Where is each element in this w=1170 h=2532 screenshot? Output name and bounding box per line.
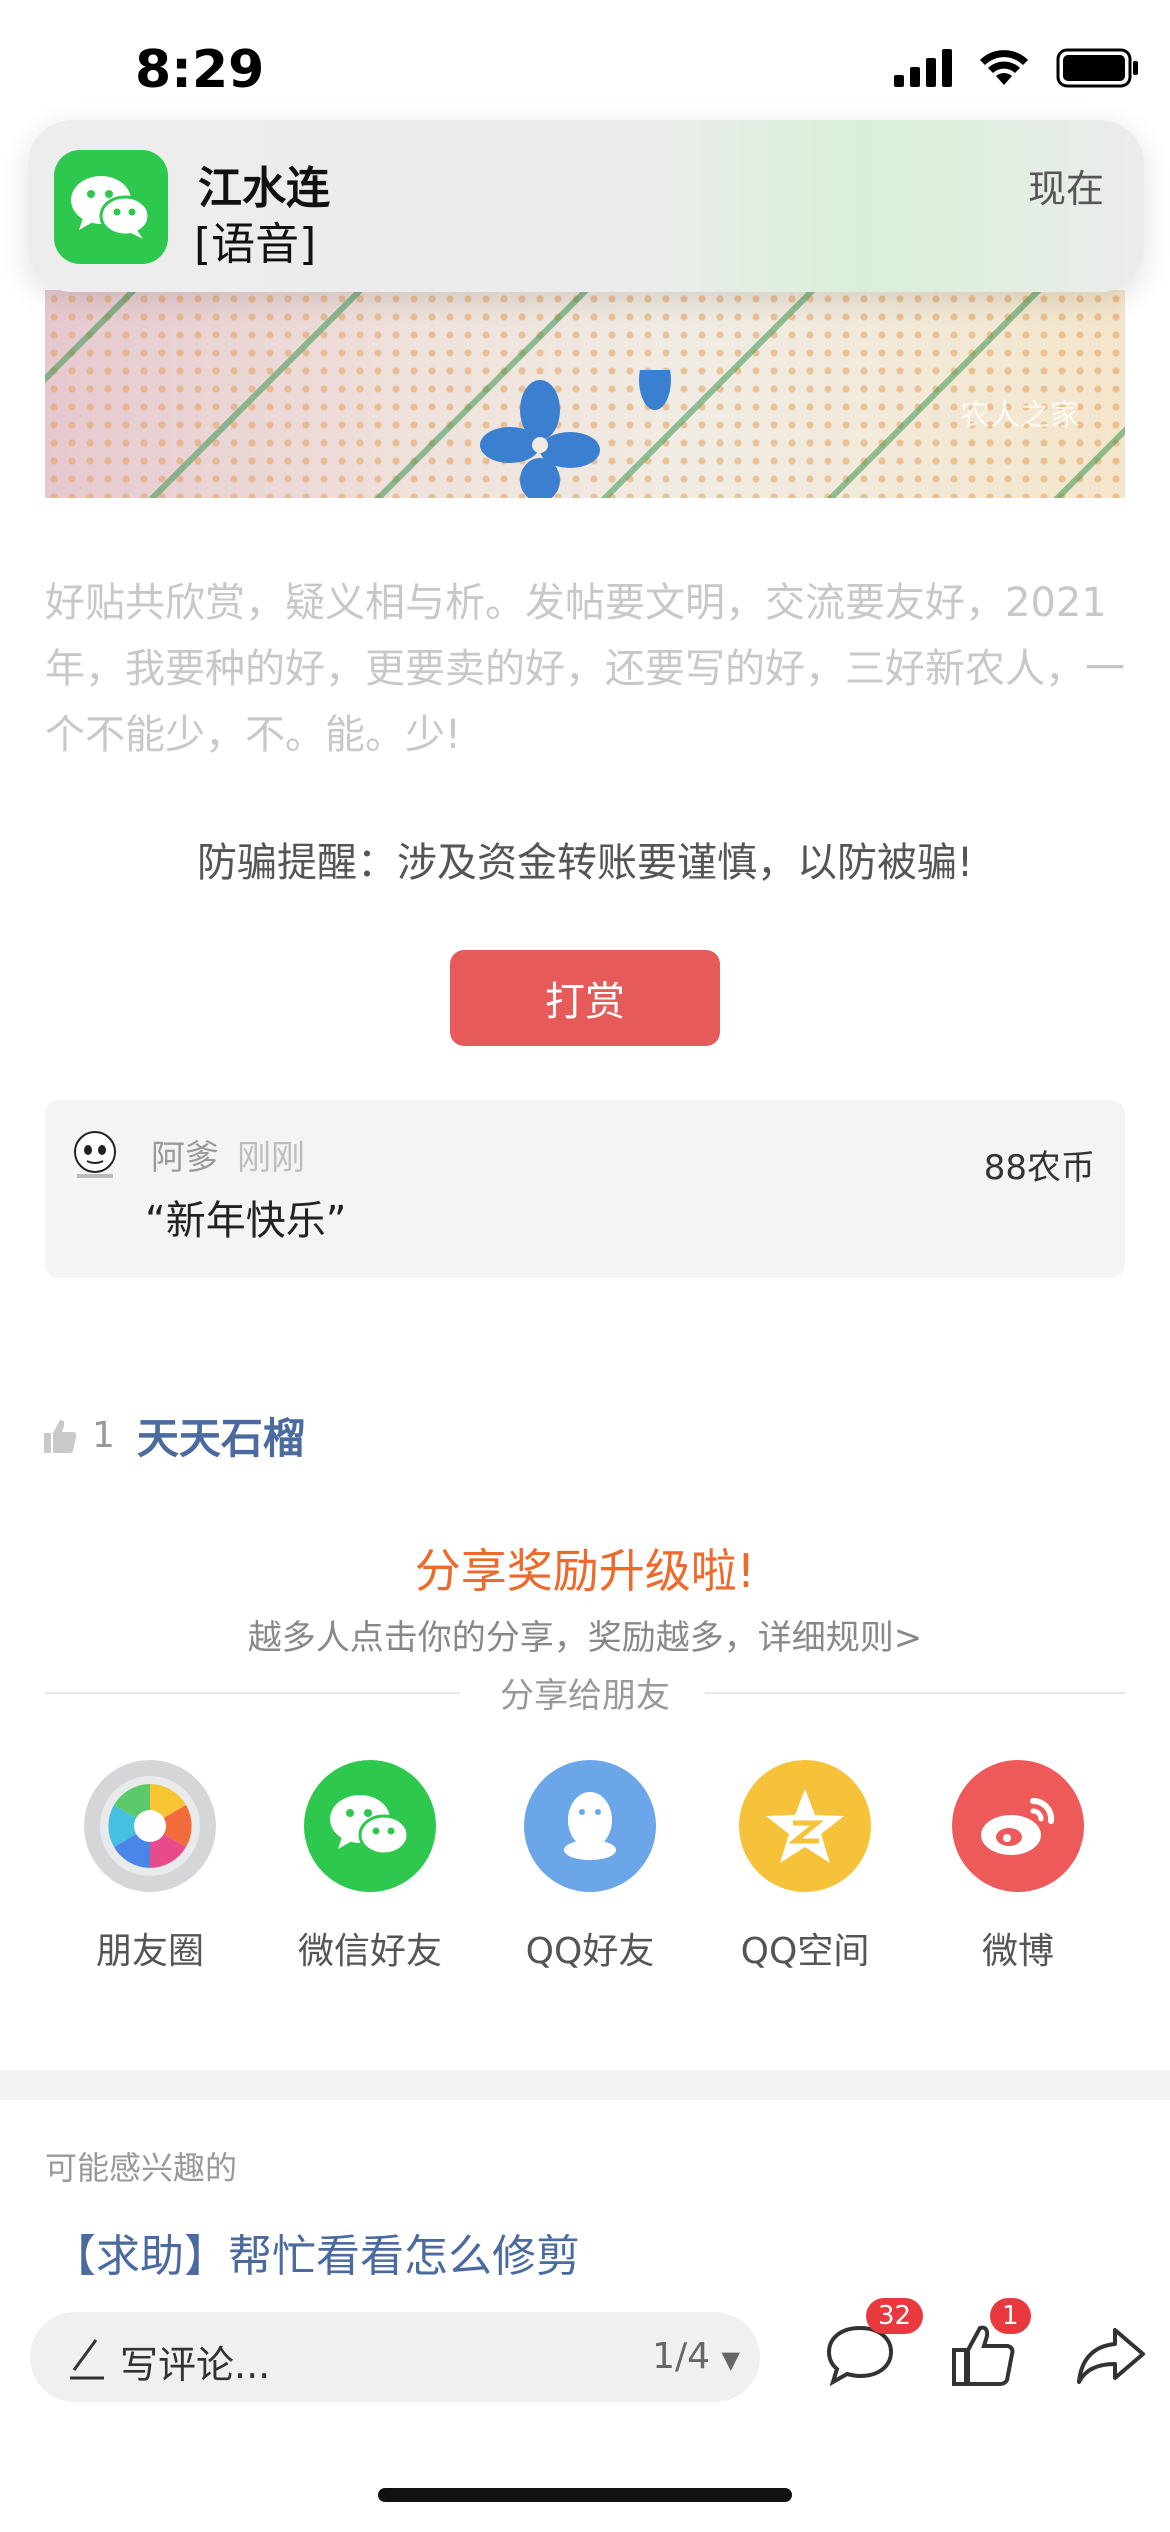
qq-icon — [524, 1760, 656, 1892]
share-wechat-button[interactable]: 微信好友 — [270, 1760, 470, 1974]
section-separator — [0, 2070, 1170, 2100]
share-moments-button[interactable]: 朋友圈 — [50, 1760, 250, 1974]
wechat-icon — [304, 1760, 436, 1892]
caret-down-icon: ▼ — [721, 2346, 740, 2374]
share-qzone-button[interactable]: QQ空间 — [705, 1760, 905, 1974]
like-count: 1 — [92, 1415, 115, 1456]
avatar[interactable] — [67, 1128, 123, 1184]
qzone-icon — [739, 1760, 871, 1892]
share-label: 微博 — [981, 1931, 1054, 1972]
share-rules-link[interactable]: 越多人点击你的分享，奖励越多，详细规则> — [0, 1610, 1170, 1659]
share-label: 朋友圈 — [95, 1931, 204, 1972]
comment-count-badge: 32 — [866, 2298, 924, 2334]
wifi-icon — [980, 50, 1028, 85]
moments-icon — [84, 1760, 216, 1892]
likes-row: 1 天天石榴 — [40, 1405, 305, 1466]
liker-name[interactable]: 天天石榴 — [137, 1405, 305, 1466]
share-qq-button[interactable]: QQ好友 — [490, 1760, 690, 1974]
recommend-item[interactable]: 【求助】帮忙看看怎么修剪 — [52, 2220, 580, 2284]
like-count-badge: 1 — [990, 2298, 1031, 2334]
battery-icon — [1056, 48, 1138, 88]
share-button[interactable] — [1075, 2322, 1147, 2392]
share-label: QQ空间 — [740, 1931, 870, 1972]
share-reward-title: 分享奖励升级啦! — [414, 1544, 756, 1598]
comment-placeholder: 写评论... — [120, 2343, 271, 2387]
post-signature: 好贴共欣赏，疑义相与析。发帖要文明，交流要友好，2021年，我要种的好，更要卖的… — [45, 580, 1125, 758]
reward-button[interactable]: 打赏 — [450, 950, 720, 1046]
notification-time: 现在 — [1027, 167, 1104, 211]
share-label: QQ好友 — [525, 1931, 655, 1972]
comment-input[interactable]: 写评论... 1/4 ▼ — [30, 2312, 760, 2402]
tip-record-card: 阿爹 刚刚 88农币 “新年快乐” — [45, 1100, 1125, 1278]
weibo-icon — [952, 1760, 1084, 1892]
tip-message: “新年快乐” — [145, 1198, 347, 1244]
wechat-icon — [54, 150, 168, 264]
thumbs-up-icon — [44, 1419, 77, 1453]
fraud-warning: 防骗提醒：涉及资金转账要谨慎，以防被骗! — [196, 840, 974, 886]
tip-user-name[interactable]: 阿爹 — [151, 1138, 219, 1178]
flower-pattern — [480, 370, 671, 498]
share-label: 微信好友 — [297, 1931, 442, 1972]
photo-watermark: 农人之家 — [960, 398, 1080, 433]
wechat-notification[interactable]: 江水连 [语音] 现在 — [28, 120, 1144, 292]
page-selector[interactable]: 1/4 ▼ — [652, 2336, 740, 2377]
tip-user: 阿爹 刚刚 — [151, 1130, 305, 1179]
cellular-signal-icon — [894, 49, 952, 87]
recommend-title: 可能感兴趣的 — [45, 2149, 238, 2187]
status-icons — [894, 48, 1140, 88]
tip-time: 刚刚 — [237, 1138, 305, 1178]
tip-amount: 88农币 — [983, 1148, 1095, 1188]
share-arrow-icon — [1077, 2328, 1145, 2384]
post-photo[interactable]: 农人之家 — [45, 290, 1125, 498]
home-indicator[interactable] — [378, 2488, 792, 2502]
pen-icon — [70, 2339, 104, 2380]
page-indicator: 1/4 — [652, 2336, 711, 2377]
share-weibo-button[interactable]: 微博 — [918, 1760, 1118, 1974]
notification-body: [语音] — [194, 219, 317, 270]
status-time: 8:29 — [135, 40, 265, 100]
share-to-friends-label: 分享给朋友 — [500, 1676, 670, 1716]
notification-title: 江水连 — [198, 163, 330, 214]
